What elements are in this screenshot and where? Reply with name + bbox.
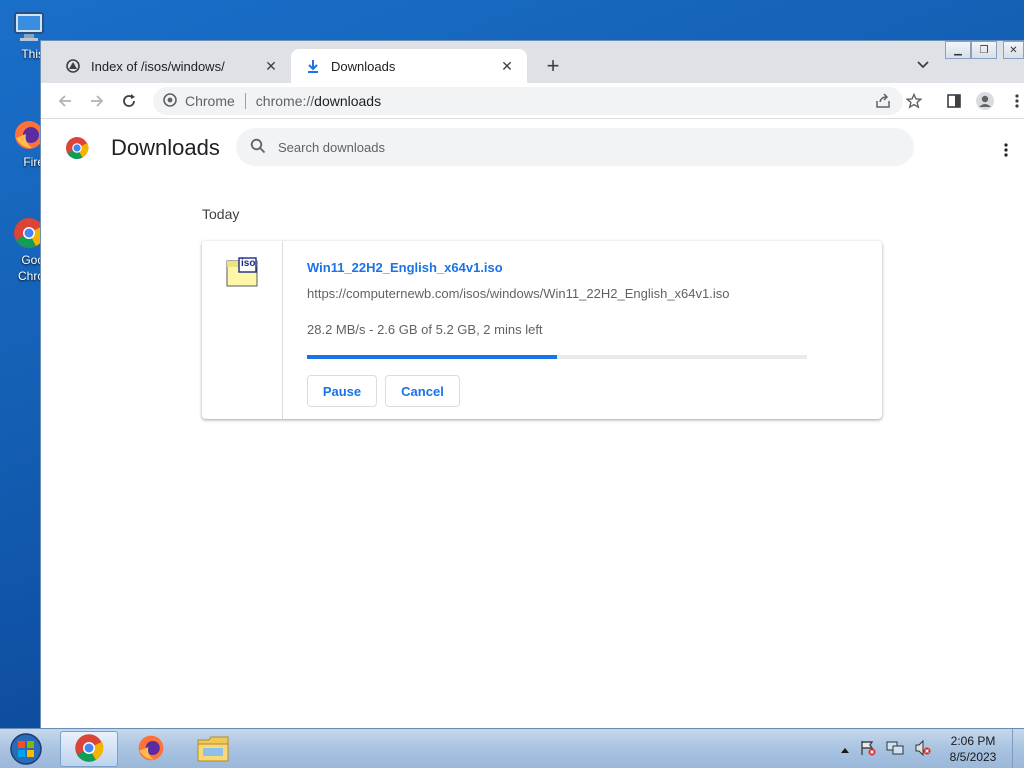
reload-button[interactable] <box>119 91 139 111</box>
download-item-icon-column: iso <box>202 241 283 419</box>
system-tray <box>840 729 932 768</box>
download-item-card: iso Win11_22H2_English_x64v1.iso https:/… <box>202 241 882 419</box>
page-title: Downloads <box>111 135 220 160</box>
iso-file-icon-label: iso <box>241 258 256 269</box>
taskbar-chrome[interactable] <box>60 731 118 767</box>
taskbar-explorer[interactable] <box>184 731 242 767</box>
window-close-button[interactable]: ✕ <box>1003 41 1024 59</box>
desktop-icon-label-line2: Chro <box>17 269 44 283</box>
desktop-icon-chrome[interactable]: Goo Chro <box>0 216 45 284</box>
date-heading: Today <box>202 206 240 222</box>
new-tab-button[interactable]: + <box>541 55 565 79</box>
explorer-icon <box>197 734 229 765</box>
omnibox-url: chrome://downloads <box>256 93 381 109</box>
window-close-area: ✕ <box>1003 41 1024 59</box>
download-status-text: 28.2 MB/s - 2.6 GB of 5.2 GB, 2 mins lef… <box>307 322 543 337</box>
browser-toolbar: Chrome chrome://downloads <box>41 83 1024 119</box>
computer-icon <box>12 10 46 44</box>
clock-time: 2:06 PM <box>950 734 996 748</box>
volume-muted-icon[interactable] <box>914 739 932 759</box>
window-controls: ▁ ❐ <box>945 41 997 59</box>
chrome-menu-icon[interactable] <box>1007 91 1024 111</box>
firefox-icon <box>136 733 166 766</box>
download-filename-link[interactable]: Win11_22H2_English_x64v1.iso <box>307 260 503 275</box>
chevron-down-icon[interactable] <box>913 55 933 75</box>
start-button[interactable] <box>4 731 48 767</box>
pause-button[interactable]: Pause <box>307 375 377 407</box>
tab-title: Downloads <box>331 58 396 74</box>
desktop-icon-label: Goo <box>21 253 44 267</box>
show-desktop-button[interactable] <box>1012 729 1024 768</box>
download-source-url[interactable]: https://computernewb.com/isos/windows/Wi… <box>307 286 729 301</box>
restore-button[interactable]: ❐ <box>971 41 997 59</box>
tab-strip: Index of /isos/windows/ ✕ Downloads ✕ + … <box>41 41 1024 83</box>
browser-window: Index of /isos/windows/ ✕ Downloads ✕ + … <box>41 41 1024 728</box>
desktop-icon-label: Fire <box>23 155 44 169</box>
search-input[interactable] <box>278 139 878 155</box>
search-icon <box>250 138 266 157</box>
omnibox-url-host: downloads <box>314 93 382 109</box>
chrome-icon <box>65 136 89 160</box>
close-icon[interactable]: ✕ <box>263 58 279 74</box>
download-progress-bar <box>307 355 807 359</box>
page-icon <box>65 58 81 74</box>
desktop-icon-this-pc[interactable]: This <box>0 10 44 62</box>
back-button[interactable] <box>55 91 75 111</box>
download-icon <box>305 58 321 74</box>
downloads-menu-icon[interactable] <box>996 140 1016 160</box>
tab-index-of-isos[interactable]: Index of /isos/windows/ ✕ <box>51 49 291 83</box>
clock-date: 8/5/2023 <box>949 750 997 764</box>
tab-downloads[interactable]: Downloads ✕ <box>291 49 527 83</box>
taskbar-clock[interactable]: 2:06 PM 8/5/2023 <box>938 733 1008 765</box>
profile-avatar-icon[interactable] <box>975 91 995 111</box>
taskbar-firefox[interactable] <box>122 731 180 767</box>
show-hidden-icons-icon[interactable] <box>840 742 850 757</box>
side-panel-icon[interactable] <box>944 91 964 111</box>
downloads-header: Downloads <box>41 120 1024 178</box>
taskbar: 2:06 PM 8/5/2023 <box>0 728 1024 768</box>
address-bar[interactable]: Chrome chrome://downloads <box>153 87 903 115</box>
share-icon[interactable] <box>873 91 893 111</box>
bookmark-star-icon[interactable] <box>904 91 924 111</box>
network-icon[interactable] <box>886 740 904 759</box>
iso-file-icon: iso <box>226 257 258 287</box>
forward-button[interactable] <box>87 91 107 111</box>
desktop-icon-label: This <box>21 47 44 61</box>
download-progress-fill <box>307 355 557 359</box>
omnibox-url-scheme: chrome:// <box>255 93 315 109</box>
close-icon[interactable]: ✕ <box>499 58 515 74</box>
omnibox-divider <box>244 93 246 109</box>
cancel-button[interactable]: Cancel <box>385 375 460 407</box>
action-center-flag-icon[interactable] <box>860 740 876 759</box>
tab-title: Index of /isos/windows/ <box>91 58 225 74</box>
omnibox-chip-label: Chrome <box>185 93 235 109</box>
search-field[interactable] <box>236 128 914 166</box>
desktop-icon-firefox[interactable]: Fire <box>0 118 44 170</box>
minimize-button[interactable]: ▁ <box>945 41 971 59</box>
chrome-logo-icon <box>163 92 177 110</box>
chrome-icon <box>74 733 104 766</box>
